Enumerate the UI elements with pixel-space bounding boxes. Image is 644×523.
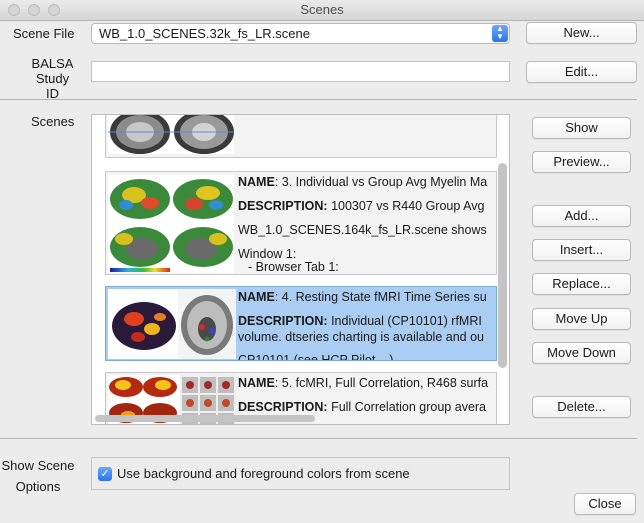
close-button[interactable]: Close (574, 493, 636, 515)
divider (0, 99, 637, 100)
show-scene-options-label: Show Scene Options (1, 455, 75, 497)
scene-item-4[interactable]: NAME: 4. Resting State fMRI Time Series … (105, 286, 497, 361)
scene-description: 100307 vs R440 Group Avg (327, 199, 485, 213)
scene-description: Individual (CP10101) rfMRI (327, 314, 482, 328)
scene-name: : 5. fcMRI, Full Correlation, R468 surfa (274, 376, 489, 390)
move-up-button[interactable]: Move Up (532, 308, 631, 330)
options-label-line2: Options (15, 479, 61, 494)
edit-button[interactable]: Edit... (526, 61, 637, 83)
scene-item-text: NAME: 4. Resting State fMRI Time Series … (238, 287, 496, 361)
balsa-label-line2: Study ID (35, 71, 70, 101)
delete-button[interactable]: Delete... (532, 396, 631, 418)
scene-file-label: Scene File (13, 26, 75, 41)
scene-tab-line: - Browser Tab 1: (248, 260, 339, 274)
scene-item-text: NAME: 5. fcMRI, Full Correlation, R468 s… (238, 373, 496, 415)
scenes-label: Scenes (31, 114, 75, 129)
scene-thumbnail (108, 115, 234, 154)
select-arrows-icon: ▲ ▼ (492, 25, 508, 42)
checkbox-checked-icon[interactable]: ✓ (98, 467, 112, 481)
name-key: NAME (238, 376, 275, 390)
scene-file-line: WB_1.0_SCENES.164k_fs_LR.scene shows (238, 223, 487, 237)
scene-description-line2: volume. dtseries charting is available a… (238, 330, 484, 344)
scene-extra-line: CP10101 (see HCP Pilot ...) (238, 353, 394, 361)
insert-button[interactable]: Insert... (532, 239, 631, 261)
title-bar: Scenes (0, 0, 644, 21)
move-down-button[interactable]: Move Down (532, 342, 631, 364)
name-key: NAME (238, 290, 275, 304)
scene-item-text: NAME: 3. Individual vs Group Avg Myelin … (238, 172, 496, 274)
scene-item-2[interactable] (105, 115, 497, 158)
description-key: DESCRIPTION: (238, 199, 328, 213)
horizontal-scrollbar[interactable] (95, 415, 315, 422)
window-title: Scenes (300, 2, 344, 17)
use-scene-colors-label[interactable]: Use background and foreground colors fro… (117, 466, 410, 481)
balsa-study-id-label: BALSA Study ID (30, 56, 75, 101)
scene-file-select[interactable]: WB_1.0_SCENES.32k_fs_LR.scene ▲ ▼ (91, 23, 510, 44)
vertical-scrollbar[interactable] (498, 163, 507, 368)
options-group: ✓ Use background and foreground colors f… (91, 457, 510, 490)
description-key: DESCRIPTION: (238, 314, 328, 328)
add-button[interactable]: Add... (532, 205, 631, 227)
scenes-list[interactable]: NAME: 3. Individual vs Group Avg Myelin … (91, 114, 510, 425)
balsa-study-id-input[interactable] (91, 61, 510, 82)
name-key: NAME (238, 175, 275, 189)
scene-file-value: WB_1.0_SCENES.32k_fs_LR.scene (99, 26, 310, 41)
description-key: DESCRIPTION: (238, 400, 328, 414)
options-label-line1: Show Scene (1, 458, 75, 473)
scene-name: : 3. Individual vs Group Avg Myelin Ma (274, 175, 488, 189)
new-button[interactable]: New... (526, 22, 637, 44)
scene-name: : 4. Resting State fMRI Time Series su (274, 290, 487, 304)
scene-item-3[interactable]: NAME: 3. Individual vs Group Avg Myelin … (105, 171, 497, 275)
balsa-label-line1: BALSA (31, 56, 74, 71)
preview-button[interactable]: Preview... (532, 151, 631, 173)
replace-button[interactable]: Replace... (532, 273, 631, 295)
show-button[interactable]: Show (532, 117, 631, 139)
divider (0, 438, 637, 439)
scene-description: Full Correlation group avera (327, 400, 487, 414)
scene-thumbnail (108, 289, 236, 359)
scene-thumbnail (108, 175, 234, 273)
